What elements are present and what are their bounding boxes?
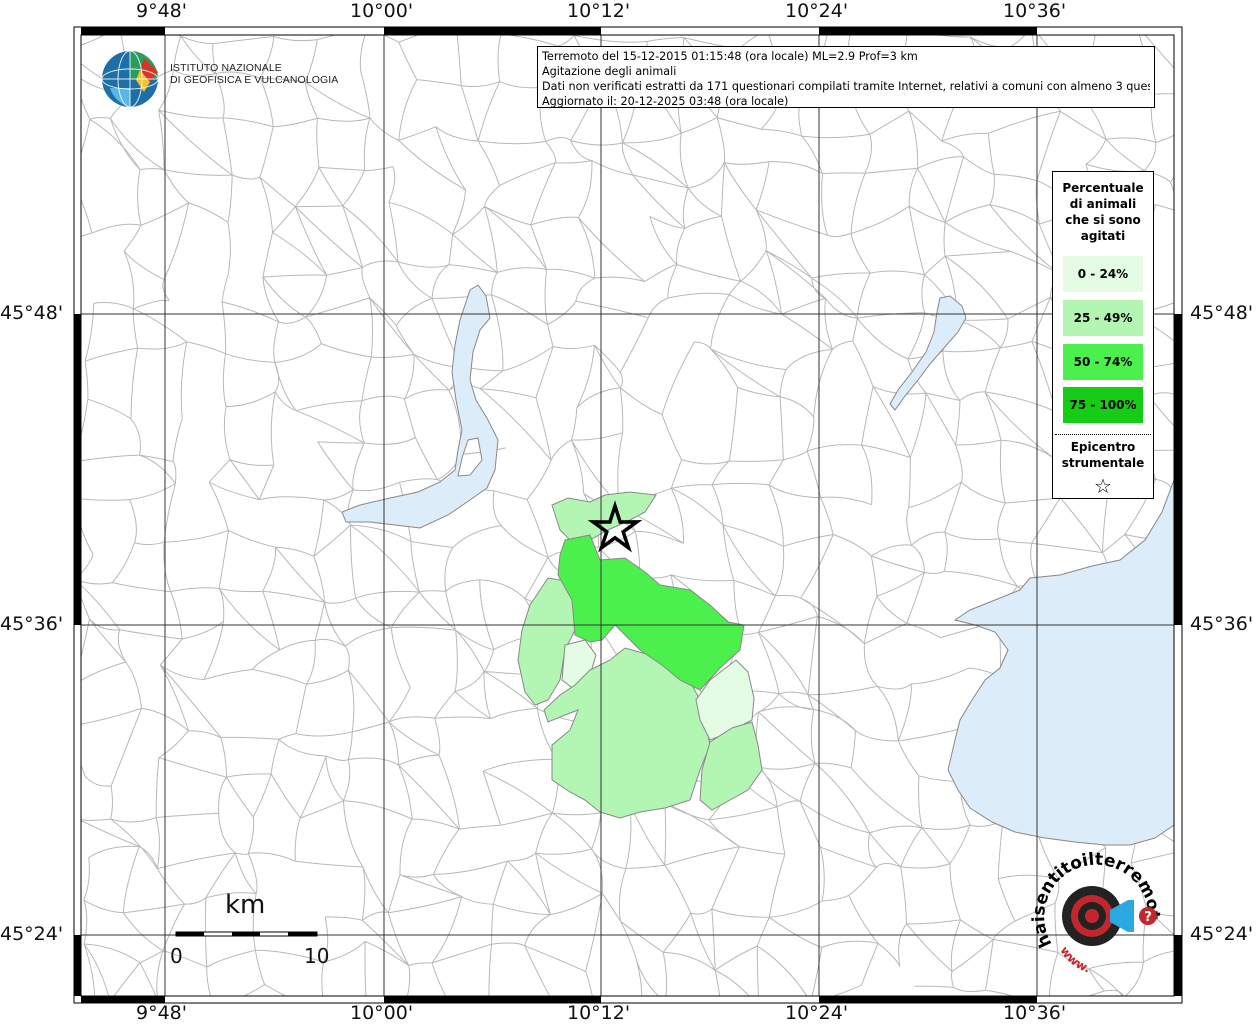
map-subject: Agitazione degli animali xyxy=(542,65,677,78)
legend-title: Percentuale di animali che si sono agita… xyxy=(1053,180,1153,244)
ingv-name-line1: ISTITUTO NAZIONALE xyxy=(170,62,282,74)
frame-tick xyxy=(384,27,601,35)
ingv-name: ISTITUTO NAZIONALE DI GEOFISICA E VULCAN… xyxy=(170,62,338,86)
frame-tick xyxy=(74,314,81,625)
lat-label-left: 45°24' xyxy=(0,923,64,945)
lat-label-right: 45°48' xyxy=(1190,302,1254,324)
lon-label-top: 9°48' xyxy=(136,0,187,22)
lon-label-bottom: 10°24' xyxy=(785,1002,849,1024)
legend-class-50-74: 50 - 74% xyxy=(1063,344,1143,380)
frame-tick xyxy=(81,27,165,35)
scale-start: 0 xyxy=(170,944,183,968)
legend-epicenter-line1: Epicentro xyxy=(1070,440,1136,454)
frame-tick xyxy=(1174,314,1182,625)
legend-title-line: che si sono xyxy=(1065,213,1141,227)
event-info-box: Terremoto del 15-12-2015 01:15:48 (ora l… xyxy=(537,46,1155,108)
legend-title-line: di animali xyxy=(1069,197,1137,211)
scale-end: 10 xyxy=(304,944,330,968)
hst-logo-art: haisentitoilterremoto.it www. ? xyxy=(1024,837,1163,976)
legend-epicenter-line2: strumentale xyxy=(1061,456,1145,470)
lon-label-bottom: 10°36' xyxy=(1003,1002,1067,1024)
scale-unit: km xyxy=(225,890,266,920)
update-timestamp: Aggiornato il: 20-12-2025 03:48 (ora loc… xyxy=(542,95,789,108)
legend: Percentuale di animali che si sono agita… xyxy=(1052,171,1154,499)
legend-separator xyxy=(1055,434,1151,435)
lon-label-bottom: 10°12' xyxy=(567,1002,631,1024)
lon-label-top: 10°24' xyxy=(785,0,849,22)
hst-logo: haisentitoilterremoto.it www. ? xyxy=(1024,837,1170,982)
frame-tick xyxy=(819,27,1037,35)
star-icon: ☆ xyxy=(1094,474,1112,498)
lon-label-top: 10°36' xyxy=(1003,0,1067,22)
frame-tick xyxy=(74,935,81,996)
legend-epicenter-label: Epicentro strumentale xyxy=(1053,439,1153,471)
hst-www: www. xyxy=(1057,944,1092,976)
event-line: Terremoto del 15-12-2015 01:15:48 (ora l… xyxy=(542,50,918,63)
legend-class-25-49: 25 - 49% xyxy=(1063,300,1143,336)
lat-label-right: 45°36' xyxy=(1190,613,1254,635)
lon-label-bottom: 9°48' xyxy=(136,1002,187,1024)
ingv-name-line2: DI GEOFISICA E VULCANOLOGIA xyxy=(170,74,339,86)
lat-label-left: 45°36' xyxy=(0,613,64,635)
lon-label-top: 10°12' xyxy=(567,0,631,22)
lon-label-bottom: 10°00' xyxy=(350,1002,414,1024)
question-icon: ? xyxy=(1144,910,1152,925)
globe-icon xyxy=(101,50,159,108)
lat-label-right: 45°24' xyxy=(1190,923,1254,945)
lat-label-left: 45°48' xyxy=(0,302,64,324)
frame-tick xyxy=(1174,935,1182,996)
intensity-map: 9°48' 10°00' 10°12' 10°24' 10°36' 9°48' … xyxy=(0,0,1256,1024)
legend-title-line: agitati xyxy=(1080,229,1126,243)
legend-class-75-100: 75 - 100% xyxy=(1063,387,1143,423)
scale-bar xyxy=(175,931,318,937)
lon-label-top: 10°00' xyxy=(350,0,414,22)
legend-title-line: Percentuale xyxy=(1062,181,1144,195)
legend-class-0-24: 0 - 24% xyxy=(1063,256,1143,292)
data-note: Dati non verificati estratti da 171 ques… xyxy=(542,80,1150,93)
